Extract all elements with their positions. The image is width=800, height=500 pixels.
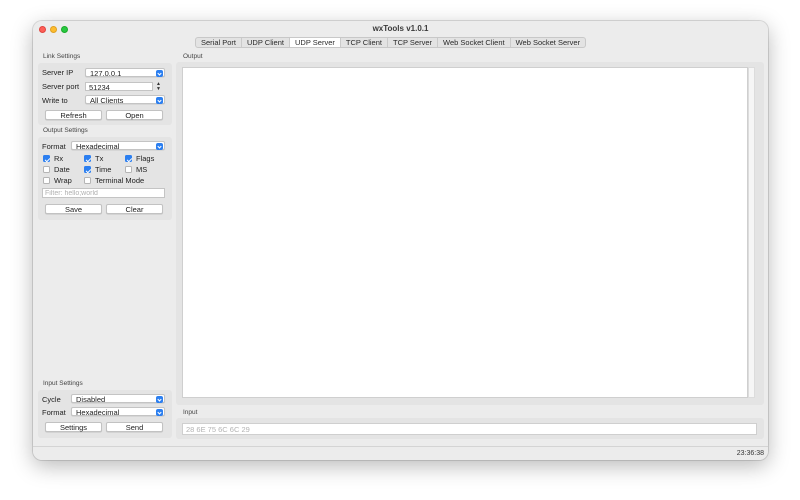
input-format-combo[interactable]: Hexadecimal (71, 407, 165, 417)
cycle-label: Cycle (42, 395, 61, 404)
rx-checkbox-label: Rx (54, 154, 64, 163)
tab-serial-port[interactable]: Serial Port (196, 38, 243, 47)
wrap-checkbox[interactable] (43, 177, 50, 184)
server-port-label: Server port (42, 82, 80, 91)
window-title: wxTools v1.0.1 (372, 24, 429, 33)
clear-button[interactable]: Clear (106, 204, 163, 214)
tx-checkbox[interactable] (84, 155, 91, 162)
output-text-area[interactable] (182, 67, 748, 398)
write-to-value: All Clients (90, 96, 124, 105)
cycle-value: Disabled (76, 395, 106, 404)
tab-tcp-client[interactable]: TCP Client (341, 38, 388, 47)
tab-tcp-server[interactable]: TCP Server (388, 38, 439, 47)
rx-checkbox[interactable] (43, 155, 50, 162)
flags-checkbox-label: Flags (136, 154, 155, 163)
tab-udp-server[interactable]: UDP Server (289, 38, 341, 47)
server-port-spinbox[interactable]: 51234 ▲ ▼ (85, 82, 161, 92)
cycle-combo[interactable]: Disabled (71, 394, 165, 404)
stepper-down-icon[interactable]: ▼ (155, 87, 162, 92)
filter-input[interactable] (42, 188, 165, 198)
link-settings-label: Link Settings (43, 53, 81, 60)
write-to-combo[interactable]: All Clients (85, 95, 165, 105)
output-format-label: Format (42, 142, 66, 151)
settings-button[interactable]: Settings (45, 422, 102, 432)
terminal-mode-checkbox-label: Terminal Mode (95, 176, 145, 185)
refresh-button[interactable]: Refresh (45, 110, 102, 120)
tab-web-socket-server[interactable]: Web Socket Server (511, 38, 585, 47)
wrap-checkbox-label: Wrap (54, 176, 72, 185)
tab-udp-client[interactable]: UDP Client (242, 38, 290, 47)
server-port-value: 51234 (89, 83, 110, 92)
save-button[interactable]: Save (45, 204, 102, 214)
protocol-tab-bar: Serial Port UDP Client UDP Server TCP Cl… (195, 37, 587, 48)
ms-checkbox-label: MS (136, 165, 148, 174)
time-checkbox[interactable] (84, 166, 91, 173)
ms-checkbox[interactable] (125, 166, 132, 173)
send-button[interactable]: Send (106, 422, 163, 432)
tx-checkbox-label: Tx (95, 154, 104, 163)
input-format-label: Format (42, 408, 66, 417)
output-label: Output (183, 53, 203, 60)
input-label: Input (183, 409, 198, 416)
title-bar: wxTools v1.0.1 (33, 21, 768, 37)
open-button[interactable]: Open (106, 110, 163, 120)
chevron-down-icon (156, 70, 163, 77)
terminal-mode-checkbox[interactable] (84, 177, 91, 184)
status-time: 23:36:38 (736, 450, 764, 457)
output-settings-label: Output Settings (43, 127, 88, 134)
flags-checkbox[interactable] (125, 155, 132, 162)
input-format-value: Hexadecimal (76, 408, 120, 417)
chevron-down-icon (156, 396, 163, 403)
chevron-down-icon (156, 143, 163, 150)
tab-web-socket-client[interactable]: Web Socket Client (438, 38, 511, 47)
date-checkbox-label: Date (54, 165, 70, 174)
output-scrollbar[interactable] (748, 67, 755, 398)
status-bar: 23:36:38 (33, 446, 768, 460)
server-ip-label: Server IP (42, 68, 74, 77)
time-checkbox-label: Time (95, 165, 112, 174)
server-ip-combo[interactable]: 127.0.0.1 (85, 68, 165, 78)
input-settings-label: Input Settings (43, 380, 83, 387)
server-ip-value: 127.0.0.1 (90, 69, 122, 78)
port-stepper[interactable]: ▲ ▼ (155, 82, 162, 93)
output-format-combo[interactable]: Hexadecimal (71, 141, 165, 151)
date-checkbox[interactable] (43, 166, 50, 173)
input-text-field[interactable] (182, 423, 757, 435)
chevron-down-icon (156, 97, 163, 104)
output-format-value: Hexadecimal (76, 142, 120, 151)
write-to-label: Write to (42, 96, 68, 105)
app-window: wxTools v1.0.1 Serial Port UDP Client UD… (33, 21, 768, 460)
chevron-down-icon (156, 409, 163, 416)
